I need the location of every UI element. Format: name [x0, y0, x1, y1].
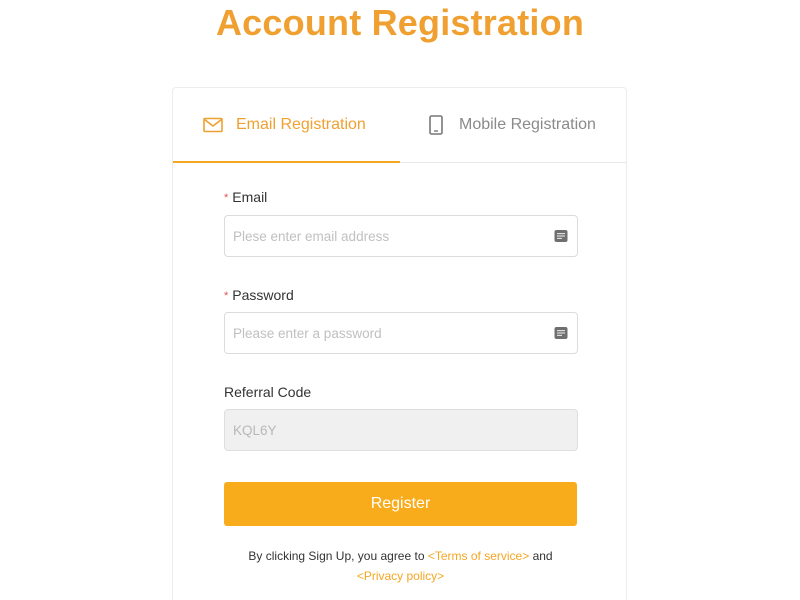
email-label-text: Email	[232, 189, 268, 205]
registration-card: Email Registration Mobile Registration *…	[172, 87, 627, 600]
terms-of-service-link[interactable]: <Terms of service>	[428, 549, 529, 563]
password-input[interactable]	[225, 313, 533, 353]
autofill-key-icon[interactable]	[554, 326, 568, 340]
required-mark: *	[224, 290, 229, 302]
email-input[interactable]	[225, 216, 533, 256]
agreement-text: By clicking Sign Up, you agree to <Terms…	[173, 546, 628, 586]
tab-mobile-label: Mobile Registration	[459, 116, 596, 133]
password-field[interactable]	[224, 312, 578, 354]
tab-email-label: Email Registration	[236, 116, 366, 133]
agreement-conjunction: and	[532, 549, 553, 563]
agreement-prefix: By clicking Sign Up, you agree to	[248, 549, 425, 563]
password-label-text: Password	[232, 287, 294, 303]
tab-mobile-registration[interactable]: Mobile Registration	[400, 88, 626, 162]
mobile-phone-icon	[425, 114, 447, 136]
envelope-icon	[202, 114, 224, 136]
tab-email-registration[interactable]: Email Registration	[173, 88, 400, 163]
password-label: * Password	[224, 287, 294, 303]
referral-code-label: Referral Code	[224, 384, 312, 400]
email-label: * Email	[224, 189, 267, 205]
referral-code-input	[225, 410, 533, 450]
privacy-policy-link[interactable]: <Privacy policy>	[357, 569, 444, 583]
registration-page: Account Registration Email Registration	[0, 0, 800, 600]
autofill-key-icon[interactable]	[554, 229, 568, 243]
register-button[interactable]: Register	[224, 482, 577, 526]
page-title: Account Registration	[215, 2, 585, 43]
referral-code-field	[224, 409, 578, 451]
registration-tabs: Email Registration Mobile Registration	[173, 88, 626, 163]
required-mark: *	[224, 192, 229, 204]
email-field[interactable]	[224, 215, 578, 257]
